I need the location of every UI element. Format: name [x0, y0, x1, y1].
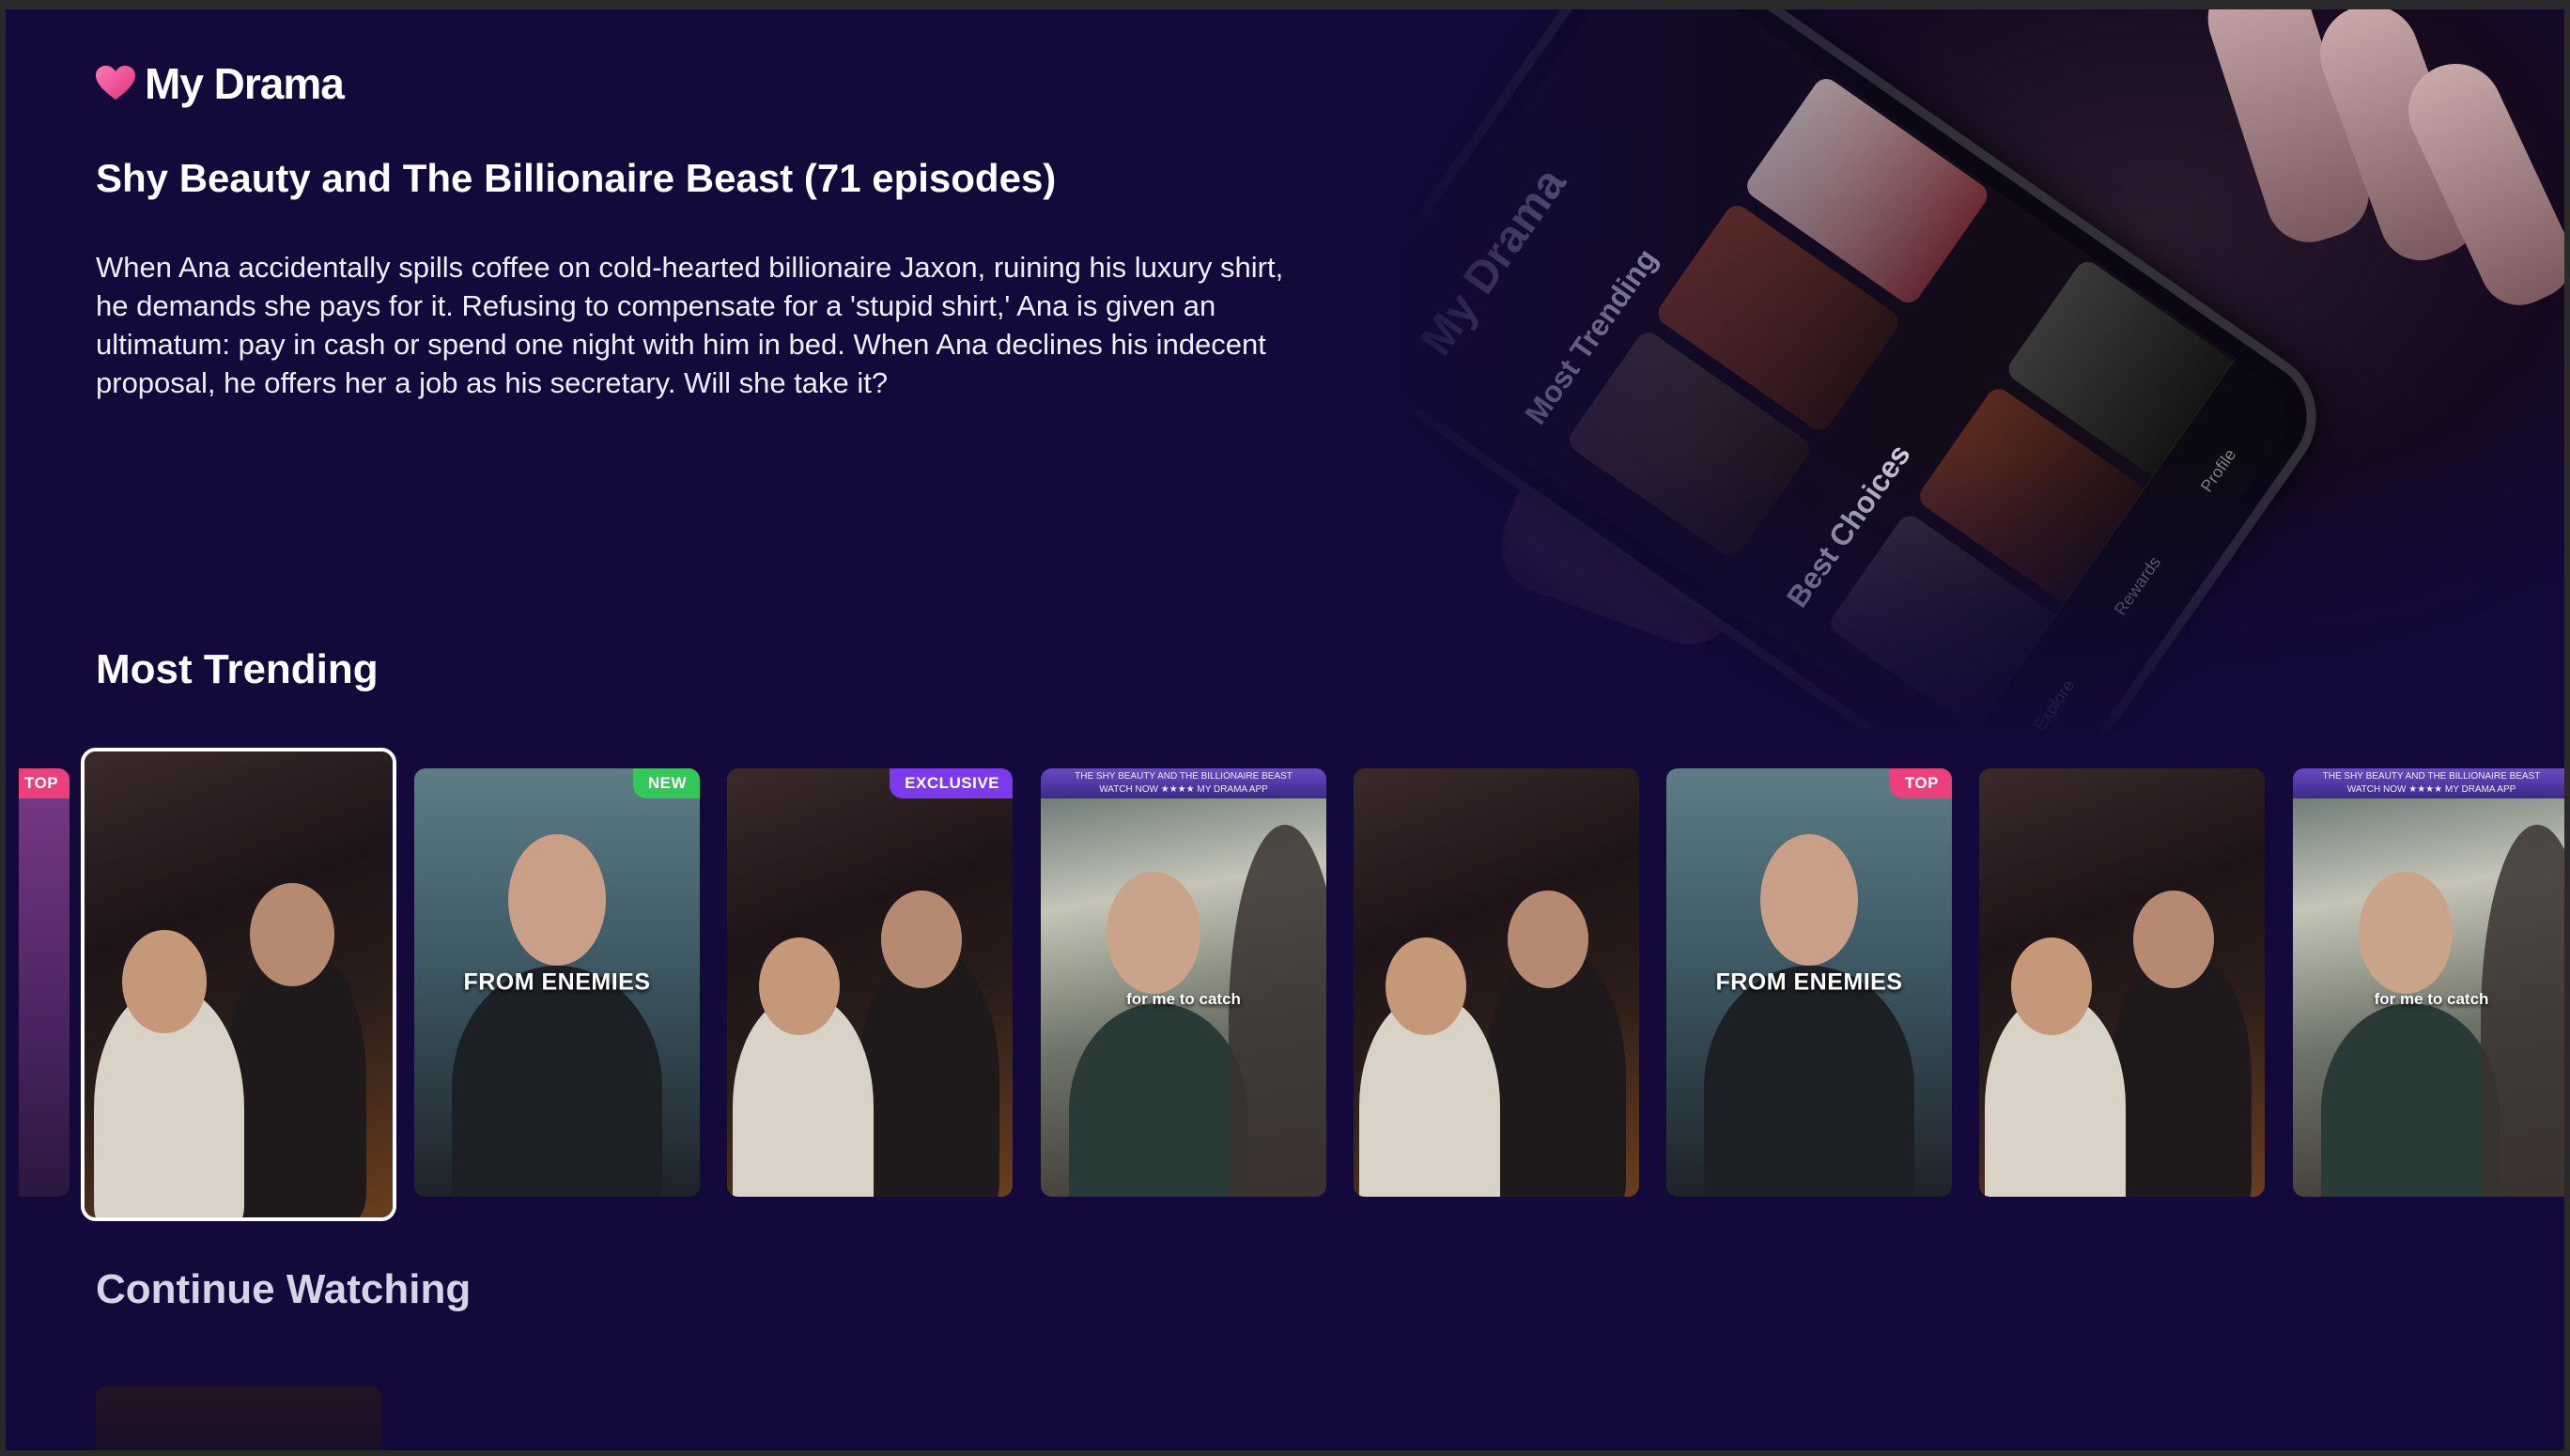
poster-figure — [1386, 937, 1466, 1035]
carousel-card-focused[interactable] — [81, 748, 396, 1221]
poster-figure — [250, 883, 334, 986]
phone-mockup: My Drama Most Trending Best Choices Expl… — [1390, 0, 2343, 733]
card-caption: for me to catch — [2374, 990, 2489, 1008]
badge-exclusive: EXCLUSIVE — [890, 768, 1013, 798]
poster-figure — [1760, 834, 1858, 966]
app-name: My Drama — [145, 59, 345, 108]
card-caption: FROM ENEMIES — [463, 968, 651, 996]
carousel-card-partial[interactable]: THE SHY BEAUTY AND THE BILLIONAIRE BEAST… — [2293, 768, 2570, 1197]
phone-tab-profile: Profile — [2196, 445, 2240, 496]
phone-app-title: My Drama — [1411, 159, 1576, 364]
section-title-trending: Most Trending — [96, 646, 379, 692]
card-banner: THE SHY BEAUTY AND THE BILLIONAIRE BEAST… — [1041, 768, 1326, 798]
badge-top: TOP — [19, 768, 70, 798]
trending-carousel[interactable]: TOP FROM ENEMIES NEW EXCLUSIVE THE SHY B… — [0, 742, 2570, 1231]
badge-new: NEW — [632, 768, 700, 798]
carousel-card-partial[interactable]: TOP — [19, 768, 70, 1197]
poster-figure — [122, 930, 207, 1033]
card-caption: FROM ENEMIES — [1715, 968, 1903, 996]
heart-icon — [96, 66, 135, 100]
section-title-continue: Continue Watching — [96, 1266, 472, 1312]
poster-figure — [2359, 872, 2453, 994]
carousel-card[interactable]: FROM ENEMIES TOP — [1666, 768, 1952, 1197]
card-caption: for me to catch — [1126, 990, 1241, 1008]
poster-figure — [508, 834, 606, 966]
show-description: When Ana accidentally spills coffee on c… — [96, 251, 1284, 399]
carousel-card[interactable] — [1354, 768, 1639, 1197]
poster-figure — [452, 966, 662, 1197]
poster-figure — [1704, 966, 1914, 1197]
hero-artwork: My Drama Most Trending Best Choices Expl… — [1390, 0, 2570, 733]
carousel-card[interactable]: THE SHY BEAUTY AND THE BILLIONAIRE BEAST… — [1041, 768, 1326, 1197]
app-logo: My Drama — [96, 58, 345, 109]
phone-tab-rewards: Rewards — [2111, 552, 2165, 619]
carousel-card[interactable]: FROM ENEMIES NEW — [414, 768, 700, 1197]
carousel-card[interactable] — [1979, 768, 2265, 1197]
poster-figure — [2133, 891, 2214, 988]
carousel-card[interactable]: EXCLUSIVE — [727, 768, 1013, 1197]
poster-figure — [1508, 891, 1588, 988]
phone-tab-explore: Explore — [2029, 675, 2079, 733]
poster-figure — [2011, 937, 2092, 1035]
card-banner: THE SHY BEAUTY AND THE BILLIONAIRE BEAST… — [2293, 768, 2570, 798]
continue-watching-card[interactable] — [96, 1386, 381, 1456]
poster-figure — [1107, 872, 1200, 994]
poster-figure — [881, 891, 962, 988]
poster-figure — [759, 937, 840, 1035]
show-title: Shy Beauty and The Billionaire Beast (71… — [96, 156, 1057, 200]
badge-top: TOP — [1889, 768, 1952, 798]
